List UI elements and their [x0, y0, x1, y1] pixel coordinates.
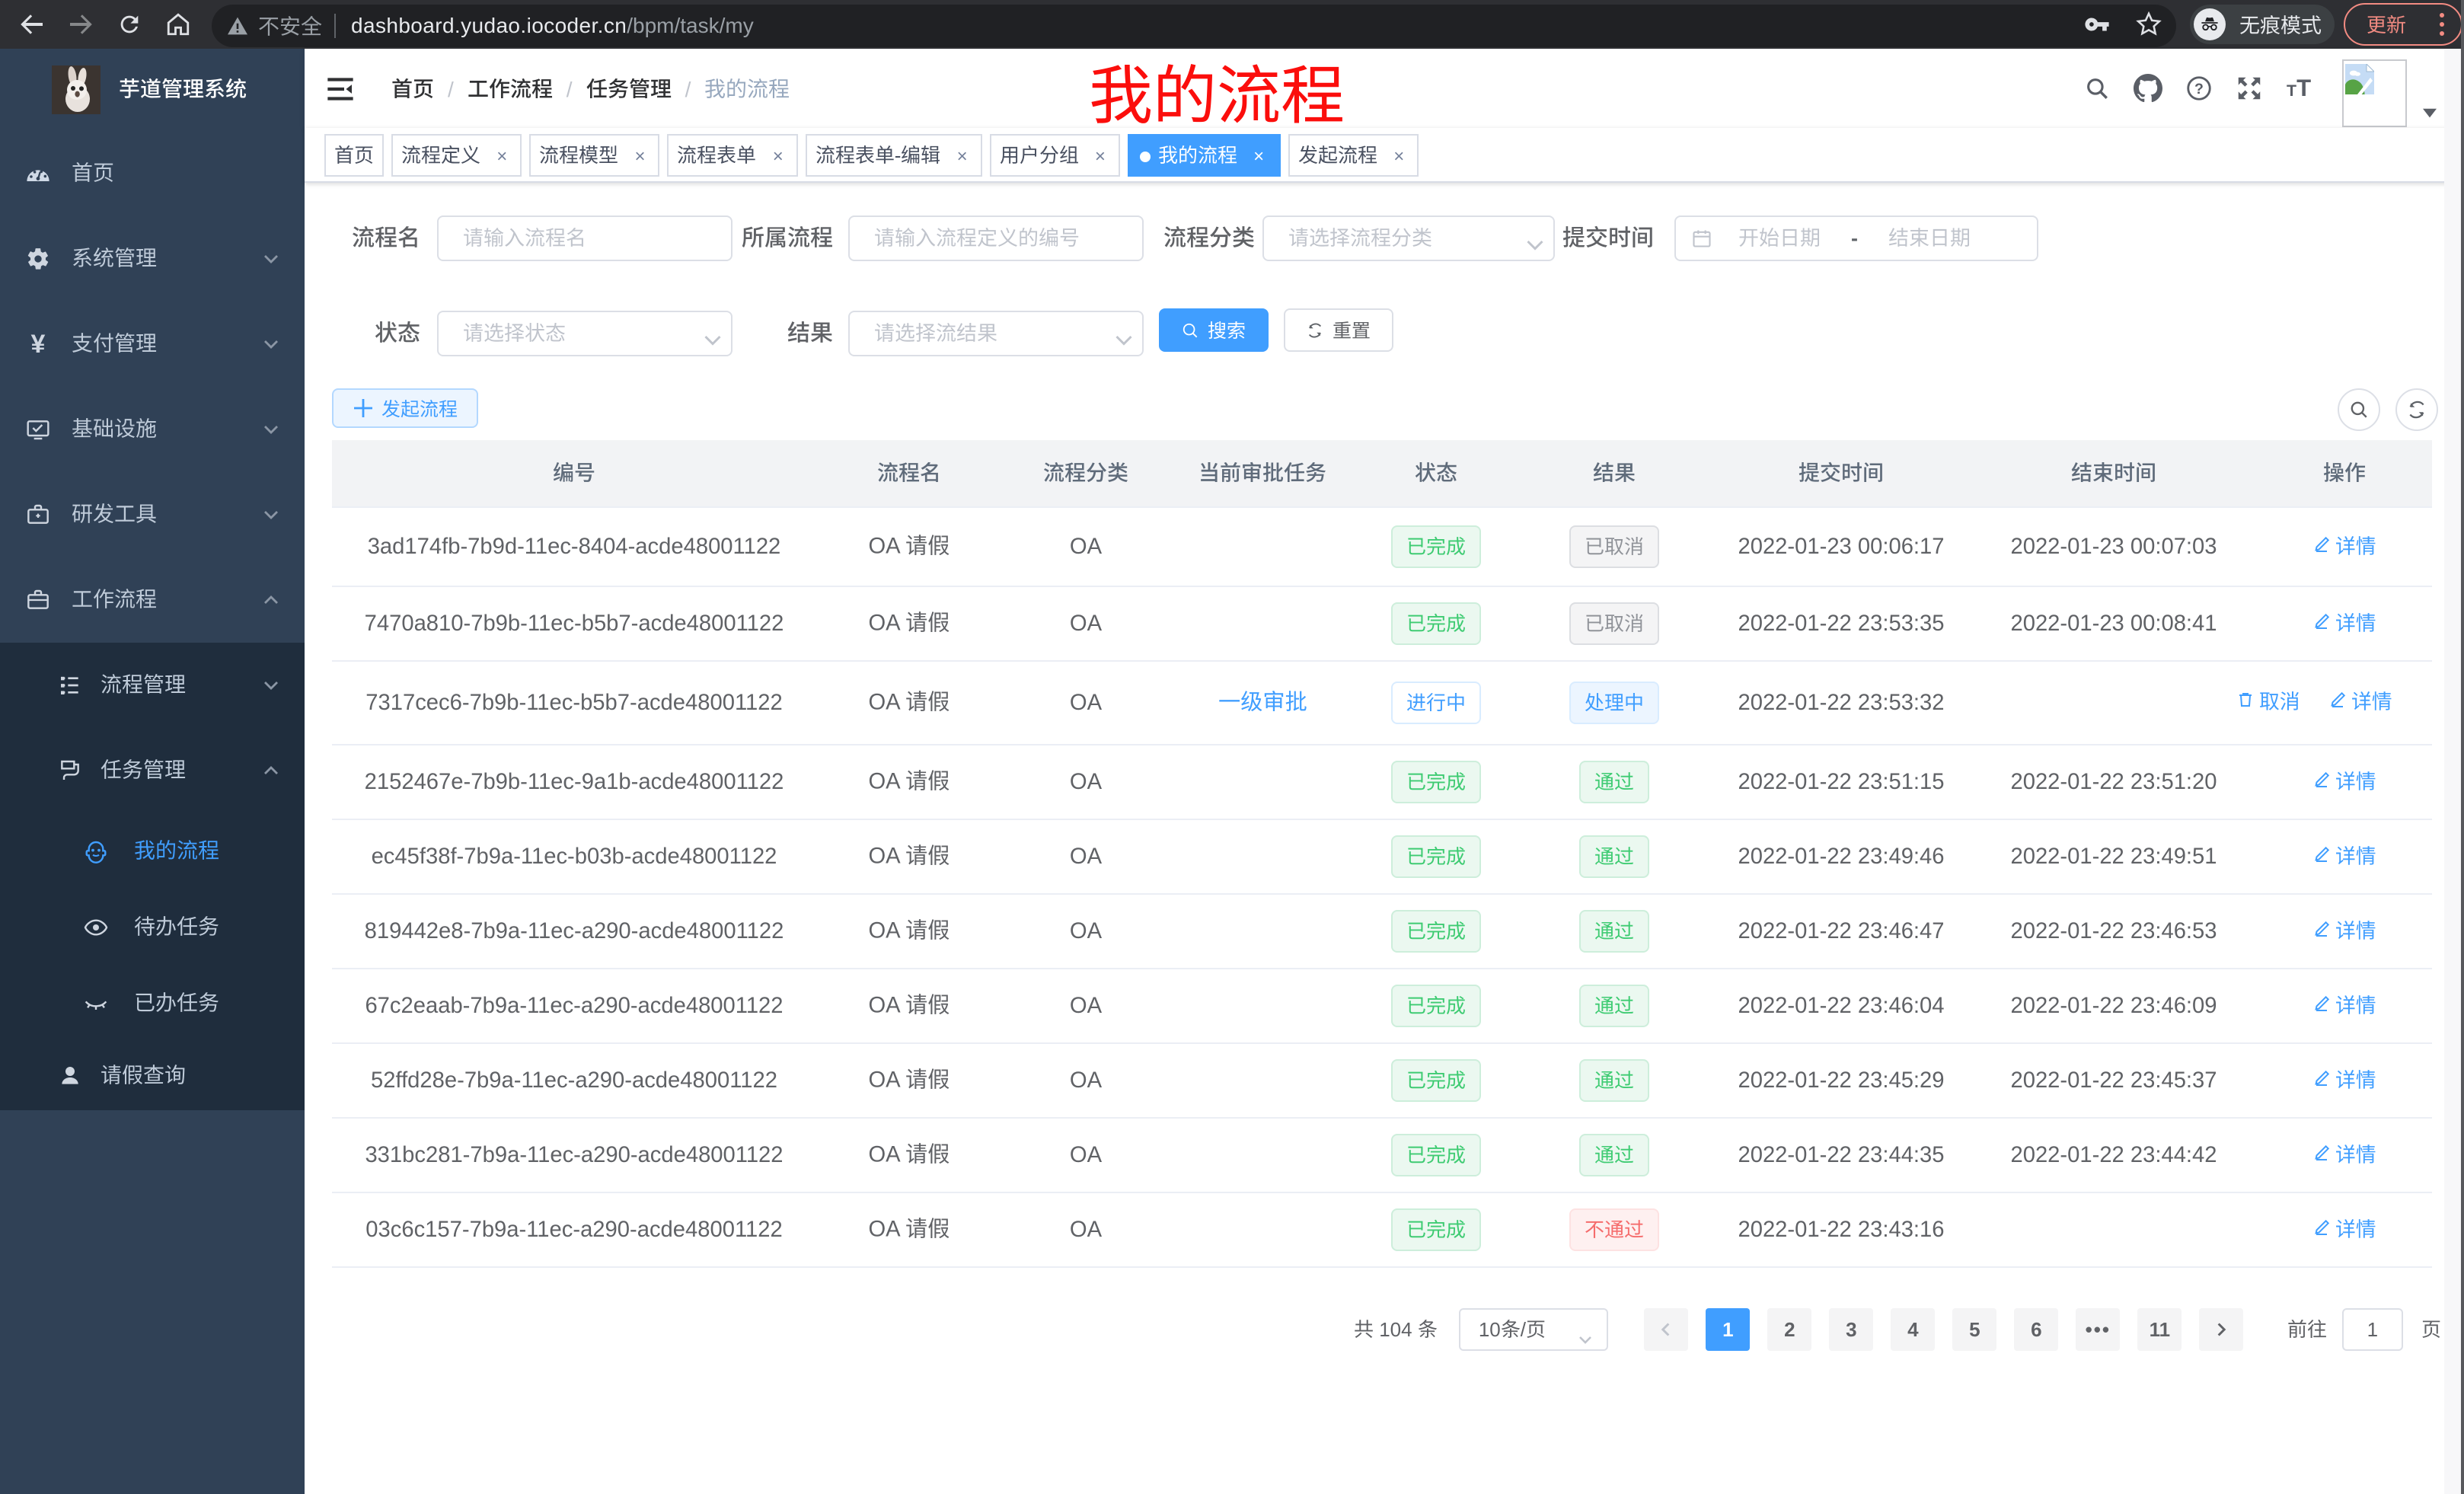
svg-text:T: T: [2296, 75, 2311, 101]
svg-text:T: T: [2287, 81, 2296, 100]
svg-text:?: ?: [2194, 81, 2204, 97]
